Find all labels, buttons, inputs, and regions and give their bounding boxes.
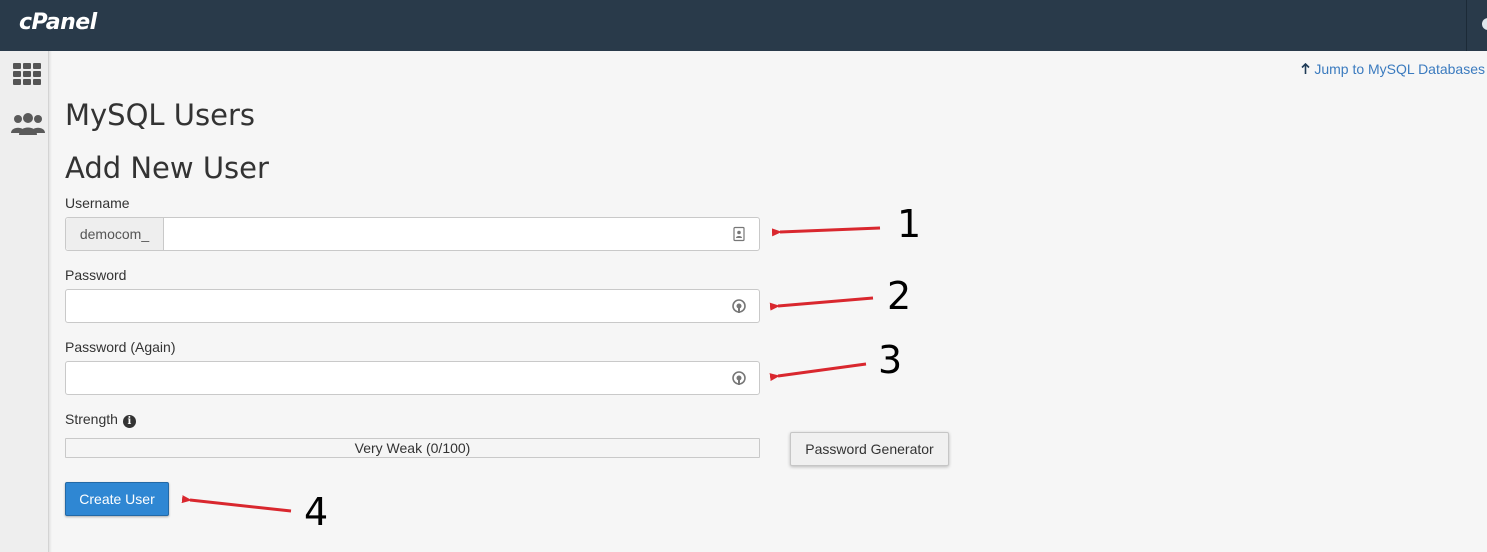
annotation-overlay	[181, 226, 881, 513]
username-input[interactable]	[164, 218, 759, 250]
info-icon[interactable]: i	[122, 415, 136, 428]
step-number-2: 2	[887, 274, 912, 318]
grid-icon[interactable]	[13, 63, 42, 85]
jump-to-mysql-databases-link[interactable]: Jump to MySQL Databases	[1301, 61, 1485, 77]
page-title: MySQL Users	[65, 98, 256, 132]
password-field	[65, 289, 760, 323]
password-again-field	[65, 361, 760, 395]
search-icon[interactable]	[1482, 18, 1487, 30]
sidebar-shadow	[49, 51, 52, 552]
cpanel-logo[interactable]: cPanel	[19, 10, 97, 35]
strength-meter-text: Very Weak (0/100)	[354, 440, 471, 456]
annotation-arrow-4	[181, 495, 292, 513]
topbar-divider	[1466, 0, 1467, 51]
password-again-label: Password (Again)	[65, 339, 176, 355]
annotation-arrow-3	[769, 362, 867, 382]
contact-card-icon	[733, 226, 745, 242]
step-number-1: 1	[897, 202, 922, 246]
annotation-arrow-1	[771, 226, 881, 237]
password-again-input[interactable]	[66, 362, 759, 394]
password-label: Password	[65, 267, 127, 283]
jump-link-label: Jump to MySQL Databases	[1314, 61, 1485, 77]
arrow-up-icon	[1301, 63, 1310, 74]
strength-label: Strength	[65, 411, 118, 427]
create-user-button[interactable]: Create User	[65, 482, 169, 516]
sidebar	[0, 51, 49, 552]
username-field: democom_	[65, 217, 760, 251]
username-prefix: democom_	[66, 218, 164, 250]
section-title: Add New User	[65, 151, 269, 185]
step-number-3: 3	[878, 338, 903, 382]
password-strength-meter: Very Weak (0/100)	[65, 438, 760, 458]
password-input[interactable]	[66, 290, 759, 322]
password-reveal-icon[interactable]	[731, 370, 747, 386]
step-number-4: 4	[304, 490, 329, 534]
password-reveal-icon[interactable]	[731, 298, 747, 314]
top-navigation-bar: cPanel	[0, 0, 1487, 51]
username-label: Username	[65, 195, 130, 211]
annotation-arrow-2	[769, 296, 874, 311]
users-icon[interactable]	[10, 113, 46, 135]
password-generator-button[interactable]: Password Generator	[790, 432, 949, 466]
strength-label-row: Strength i	[65, 411, 136, 428]
